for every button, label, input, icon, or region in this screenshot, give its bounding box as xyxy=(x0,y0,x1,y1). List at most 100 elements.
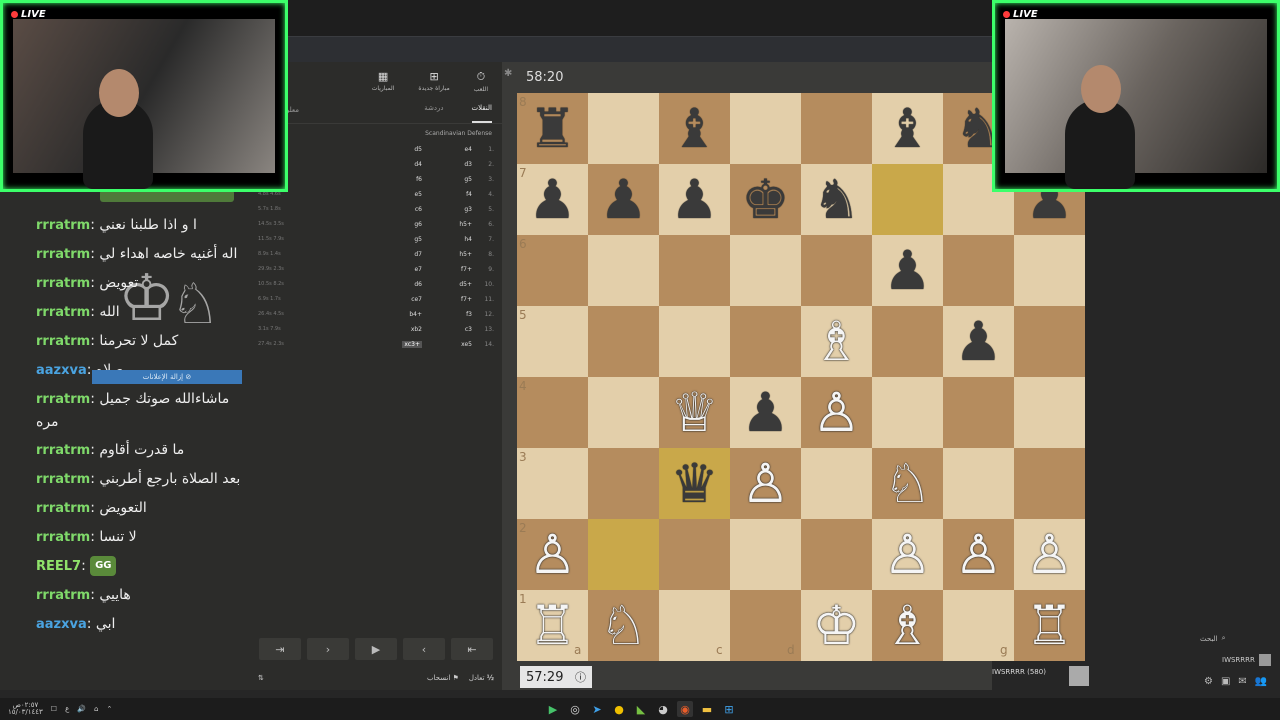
square-e8[interactable] xyxy=(801,93,872,164)
black-piece-icon[interactable]: ♝ xyxy=(872,93,943,164)
black-piece-icon[interactable]: ♛ xyxy=(659,448,730,519)
square-d6[interactable] xyxy=(730,235,801,306)
square-g6[interactable] xyxy=(943,235,1014,306)
network-icon[interactable]: ⌂ xyxy=(94,705,98,713)
chat-username[interactable]: rrratrm xyxy=(36,305,90,320)
black-move[interactable]: d4 xyxy=(396,161,422,168)
chevron-up-icon[interactable]: ⌃ xyxy=(106,705,112,713)
square-f4[interactable] xyxy=(872,377,943,448)
square-c6[interactable] xyxy=(659,235,730,306)
prev-move-button[interactable]: ‹ xyxy=(403,638,445,660)
square-b6[interactable] xyxy=(588,235,659,306)
square-e2[interactable] xyxy=(801,519,872,590)
clock-date[interactable]: ٠٢:٥٧ص ١٥/٠٣/١٤٤٣ xyxy=(8,702,43,716)
move-row[interactable]: 26.4s 4.5s b4+ f3 12. xyxy=(250,311,502,326)
black-move[interactable]: d7 xyxy=(396,251,422,258)
white-piece-icon[interactable]: ♙ xyxy=(730,448,801,519)
square-f5[interactable] xyxy=(872,306,943,377)
move-row[interactable]: 14.5s 3.5s g6 h5+ 6. xyxy=(250,221,502,236)
white-piece-icon[interactable]: ♙ xyxy=(801,377,872,448)
folder-icon[interactable]: ▬ xyxy=(699,701,715,717)
next-move-button[interactable]: › xyxy=(307,638,349,660)
move-row[interactable]: 8.9s 1.4s d7 h5+ 8. xyxy=(250,251,502,266)
white-move[interactable]: g5 xyxy=(446,176,472,183)
move-row[interactable]: 3.1s 7.9s xb2 c3 13. xyxy=(250,326,502,341)
chat-username[interactable]: rrratrm xyxy=(36,218,90,233)
volume-icon[interactable]: 🔊 xyxy=(77,705,86,713)
square-c5[interactable] xyxy=(659,306,730,377)
tab-new-game[interactable]: ⊞ مباراة جديدة xyxy=(418,70,449,98)
move-row[interactable]: 11.5s 7.9s g5 h4 7. xyxy=(250,236,502,251)
white-piece-icon[interactable]: ♕ xyxy=(659,377,730,448)
chat-username[interactable]: rrratrm xyxy=(36,276,90,291)
black-move[interactable]: xc3+ xyxy=(396,341,422,348)
chat-username[interactable]: REEL7 xyxy=(36,559,81,574)
black-move[interactable]: d5 xyxy=(396,146,422,153)
gear-icon[interactable]: ⚙ xyxy=(1204,676,1213,687)
white-piece-icon[interactable]: ♗ xyxy=(872,590,943,661)
black-move[interactable]: e5 xyxy=(396,191,422,198)
square-d8[interactable] xyxy=(730,93,801,164)
white-piece-icon[interactable]: ♙ xyxy=(872,519,943,590)
square-a6[interactable] xyxy=(517,235,588,306)
square-b4[interactable] xyxy=(588,377,659,448)
notification-icon[interactable]: ☐ xyxy=(51,705,57,713)
chat-username[interactable]: rrratrm xyxy=(36,334,90,349)
square-g3[interactable] xyxy=(943,448,1014,519)
last-move-button[interactable]: ⇥ xyxy=(259,638,301,660)
move-row[interactable]: 27.4s 2.3s xc3+ xe5 14. xyxy=(250,341,502,356)
square-a3[interactable] xyxy=(517,448,588,519)
white-move[interactable]: c3 xyxy=(446,326,472,333)
black-piece-icon[interactable]: ♟ xyxy=(588,164,659,235)
black-move[interactable]: c6 xyxy=(396,206,422,213)
obs-icon[interactable]: ◎ xyxy=(567,701,583,717)
windows-icon[interactable]: ⊞ xyxy=(721,701,737,717)
square-h3[interactable] xyxy=(1014,448,1085,519)
mail-icon[interactable]: ✉ xyxy=(1238,676,1246,687)
move-row[interactable]: 10.5s 8.2s d6 d5+ 10. xyxy=(250,281,502,296)
square-d5[interactable] xyxy=(730,306,801,377)
black-move[interactable]: ce7 xyxy=(396,296,422,303)
black-piece-icon[interactable]: ♞ xyxy=(801,164,872,235)
white-move[interactable]: f7+ xyxy=(446,266,472,273)
square-h6[interactable] xyxy=(1014,235,1085,306)
square-h5[interactable] xyxy=(1014,306,1085,377)
square-a4[interactable] xyxy=(517,377,588,448)
black-piece-icon[interactable]: ♟ xyxy=(872,235,943,306)
black-move[interactable]: g5 xyxy=(396,236,422,243)
player-name[interactable]: IWSRRRR (580) xyxy=(992,668,1046,676)
square-b8[interactable] xyxy=(588,93,659,164)
black-move[interactable]: xb2 xyxy=(396,326,422,333)
white-move[interactable]: d5+ xyxy=(446,281,472,288)
black-move[interactable]: f6 xyxy=(396,176,422,183)
white-move[interactable]: f4 xyxy=(446,191,472,198)
move-row[interactable]: 6.9s 1.7s ce7 f7+ 11. xyxy=(250,296,502,311)
white-move[interactable]: d3 xyxy=(446,161,472,168)
square-d2[interactable] xyxy=(730,519,801,590)
play-app-icon[interactable]: ▶ xyxy=(545,701,561,717)
black-piece-icon[interactable]: ♟ xyxy=(517,164,588,235)
white-piece-icon[interactable]: ♖ xyxy=(517,590,588,661)
black-piece-icon[interactable]: ♜ xyxy=(517,93,588,164)
steam-icon[interactable]: ◕ xyxy=(655,701,671,717)
tab-games[interactable]: ▦ المباريات xyxy=(372,70,395,98)
black-piece-icon[interactable]: ♟ xyxy=(730,377,801,448)
square-b2[interactable] xyxy=(588,519,659,590)
chat-username[interactable]: rrratrm xyxy=(36,443,90,458)
chat-username[interactable]: aazxva xyxy=(36,363,87,378)
nvidia-icon[interactable]: ◣ xyxy=(633,701,649,717)
square-e6[interactable] xyxy=(801,235,872,306)
white-piece-icon[interactable]: ♘ xyxy=(872,448,943,519)
chat-username[interactable]: rrratrm xyxy=(36,530,90,545)
white-move[interactable]: h4 xyxy=(446,236,472,243)
black-move[interactable]: b4+ xyxy=(396,311,422,318)
tab-chat[interactable]: دردشة xyxy=(424,104,443,123)
language-icon[interactable]: ع xyxy=(65,705,69,713)
white-piece-icon[interactable]: ♔ xyxy=(801,590,872,661)
draw-button[interactable]: تعادل ½ xyxy=(469,674,494,682)
chat-username[interactable]: rrratrm xyxy=(36,247,90,262)
move-row[interactable]: 29.9s 2.3s e7 f7+ 9. xyxy=(250,266,502,281)
tab-play[interactable]: ⏱ اللعب xyxy=(474,70,488,98)
move-row[interactable]: 4.8s 4.6s e5 f4 4. xyxy=(250,191,502,206)
chat-username[interactable]: rrratrm xyxy=(36,501,90,516)
